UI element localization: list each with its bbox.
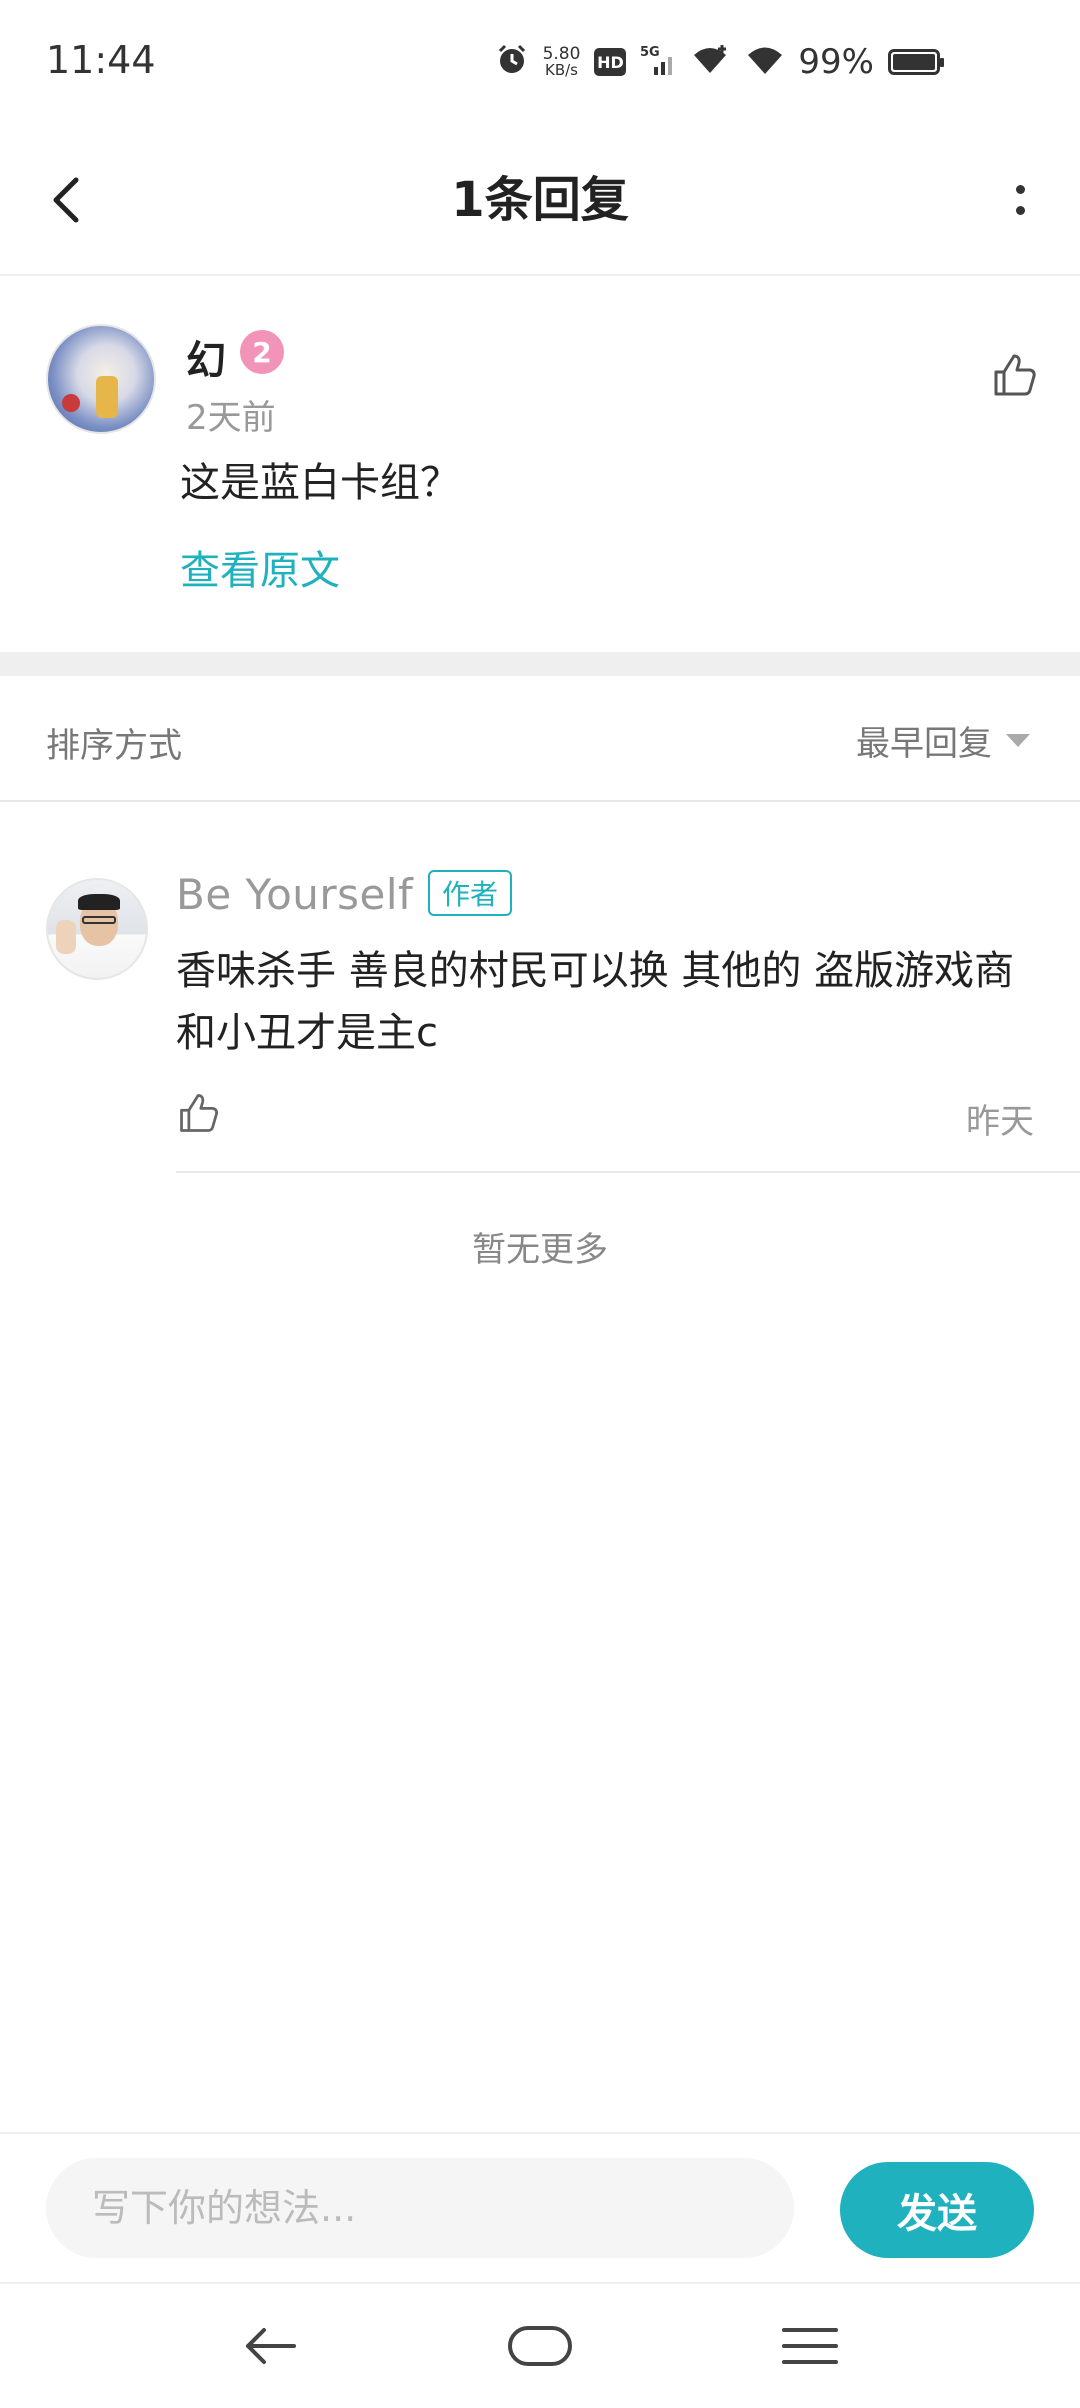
home-pill-icon xyxy=(508,2326,572,2366)
avatar[interactable] xyxy=(46,878,148,980)
reply-time: 昨天 xyxy=(966,1102,1034,1142)
status-bar: 11:44 5.80 KB/s HD 5G 99% xyxy=(0,0,1080,120)
wifi-plus-icon xyxy=(692,43,732,81)
author-badge: 作者 xyxy=(428,870,513,916)
status-time: 11:44 xyxy=(46,38,156,82)
comment-input-bar: 发送 xyxy=(0,2132,1080,2282)
comment-text: 这是蓝白卡组？ xyxy=(180,460,460,506)
more-dot-icon xyxy=(1015,206,1025,215)
system-nav-bar xyxy=(0,2282,1080,2408)
battery-percent: 99% xyxy=(798,42,874,82)
battery-icon xyxy=(888,49,944,75)
reply-item: Be Yourself 作者 香味杀手 善良的村民可以换 其他的 盗版游戏商 和… xyxy=(0,804,1080,1174)
more-options-button[interactable] xyxy=(990,170,1050,230)
sort-dropdown[interactable]: 最早回复 xyxy=(856,716,1030,765)
comment-time: 2天前 xyxy=(186,398,276,438)
page-title: 1条回复 xyxy=(451,172,629,228)
reply-username[interactable]: Be Yourself xyxy=(176,870,413,919)
like-button[interactable] xyxy=(176,1090,222,1136)
svg-text:5G: 5G xyxy=(640,45,660,60)
view-original-link[interactable]: 查看原文 xyxy=(180,538,340,596)
signal-5g-icon: 5G xyxy=(640,43,678,81)
net-speed: 5.80 KB/s xyxy=(542,44,581,79)
wifi-icon xyxy=(746,43,784,81)
header: 1条回复 xyxy=(0,120,1080,276)
nav-back-button[interactable] xyxy=(220,2306,320,2386)
comment-input[interactable] xyxy=(46,2158,794,2258)
divider xyxy=(176,1171,1080,1173)
sort-value: 最早回复 xyxy=(856,724,992,764)
arrow-left-icon xyxy=(246,2328,296,2364)
battery-fill xyxy=(893,54,935,70)
alarm-icon xyxy=(495,43,529,81)
hd-icon: HD xyxy=(594,48,627,76)
sort-label: 排序方式 xyxy=(46,726,182,766)
level-badge: 2 xyxy=(240,330,284,374)
nav-home-button[interactable] xyxy=(490,2306,590,2386)
original-comment: 幻 2 2天前 这是蓝白卡组？ 查看原文 xyxy=(0,278,1080,652)
thumbs-up-icon xyxy=(994,354,1036,396)
reply-text: 香味杀手 善良的村民可以换 其他的 盗版游戏商 和小丑才是主c xyxy=(176,948,1015,1056)
avatar[interactable] xyxy=(46,324,156,434)
caret-down-icon xyxy=(1006,734,1030,747)
comment-username[interactable]: 幻 xyxy=(186,328,226,386)
like-button[interactable] xyxy=(990,350,1040,400)
no-more-text: 暂无更多 xyxy=(472,1230,608,1270)
nav-menu-button[interactable] xyxy=(760,2306,860,2386)
thumbs-up-icon xyxy=(180,1094,219,1132)
status-icons: 5.80 KB/s HD 5G 99% xyxy=(495,40,944,84)
send-button[interactable]: 发送 xyxy=(840,2162,1034,2258)
section-divider xyxy=(0,652,1080,676)
more-dot-icon xyxy=(1015,185,1025,194)
sort-bar: 排序方式 最早回复 xyxy=(0,676,1080,802)
menu-icon xyxy=(782,2328,838,2364)
